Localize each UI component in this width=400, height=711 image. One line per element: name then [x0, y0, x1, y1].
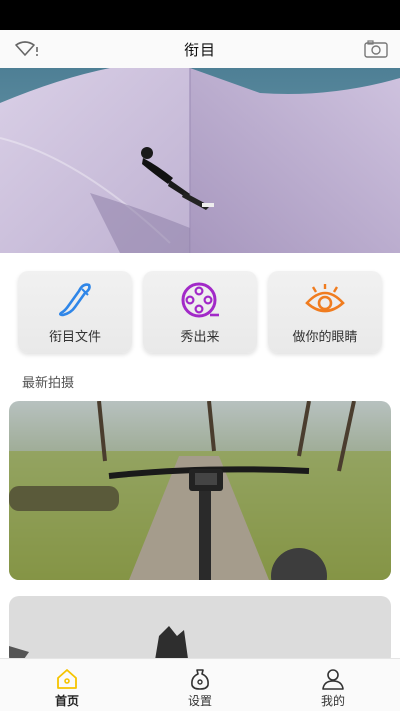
quick-action-show[interactable]: 秀出来 — [143, 271, 257, 353]
status-bar — [0, 0, 400, 30]
quick-action-label: 秀出来 — [180, 330, 220, 345]
hero-banner-image[interactable] — [0, 68, 400, 253]
tab-label: 首页 — [54, 694, 79, 708]
film-reel-icon — [180, 281, 220, 319]
home-icon — [55, 668, 79, 690]
quick-action-label: 衔目文件 — [48, 330, 101, 345]
tab-profile[interactable]: 我的 — [266, 659, 400, 711]
top-nav-bar: 衔目 — [0, 30, 400, 68]
quick-actions: 衔目文件 秀出来 做你的眼睛 — [0, 271, 400, 353]
tab-home[interactable]: 首页 — [0, 659, 134, 711]
brush-pen-icon — [55, 281, 95, 319]
quick-action-label: 做你的眼睛 — [292, 330, 358, 345]
tab-label: 我的 — [320, 694, 345, 708]
quick-action-eye[interactable]: 做你的眼睛 — [268, 271, 382, 353]
signal-wifi-icon[interactable] — [14, 39, 40, 59]
bottom-tab-bar: 首页 设置 我的 — [0, 658, 400, 711]
tab-label: 设置 — [187, 694, 212, 708]
tab-settings[interactable]: 设置 — [133, 659, 267, 711]
latest-photo-card[interactable] — [9, 401, 391, 580]
profile-icon — [321, 668, 345, 690]
settings-bag-icon — [188, 668, 212, 690]
quick-action-files[interactable]: 衔目文件 — [18, 271, 132, 353]
camera-icon[interactable] — [364, 40, 388, 58]
section-title: 最新拍摄 — [22, 376, 75, 391]
latest-photo-card[interactable] — [9, 596, 391, 666]
page-title: 衔目 — [183, 40, 216, 59]
eye-icon — [305, 281, 345, 319]
